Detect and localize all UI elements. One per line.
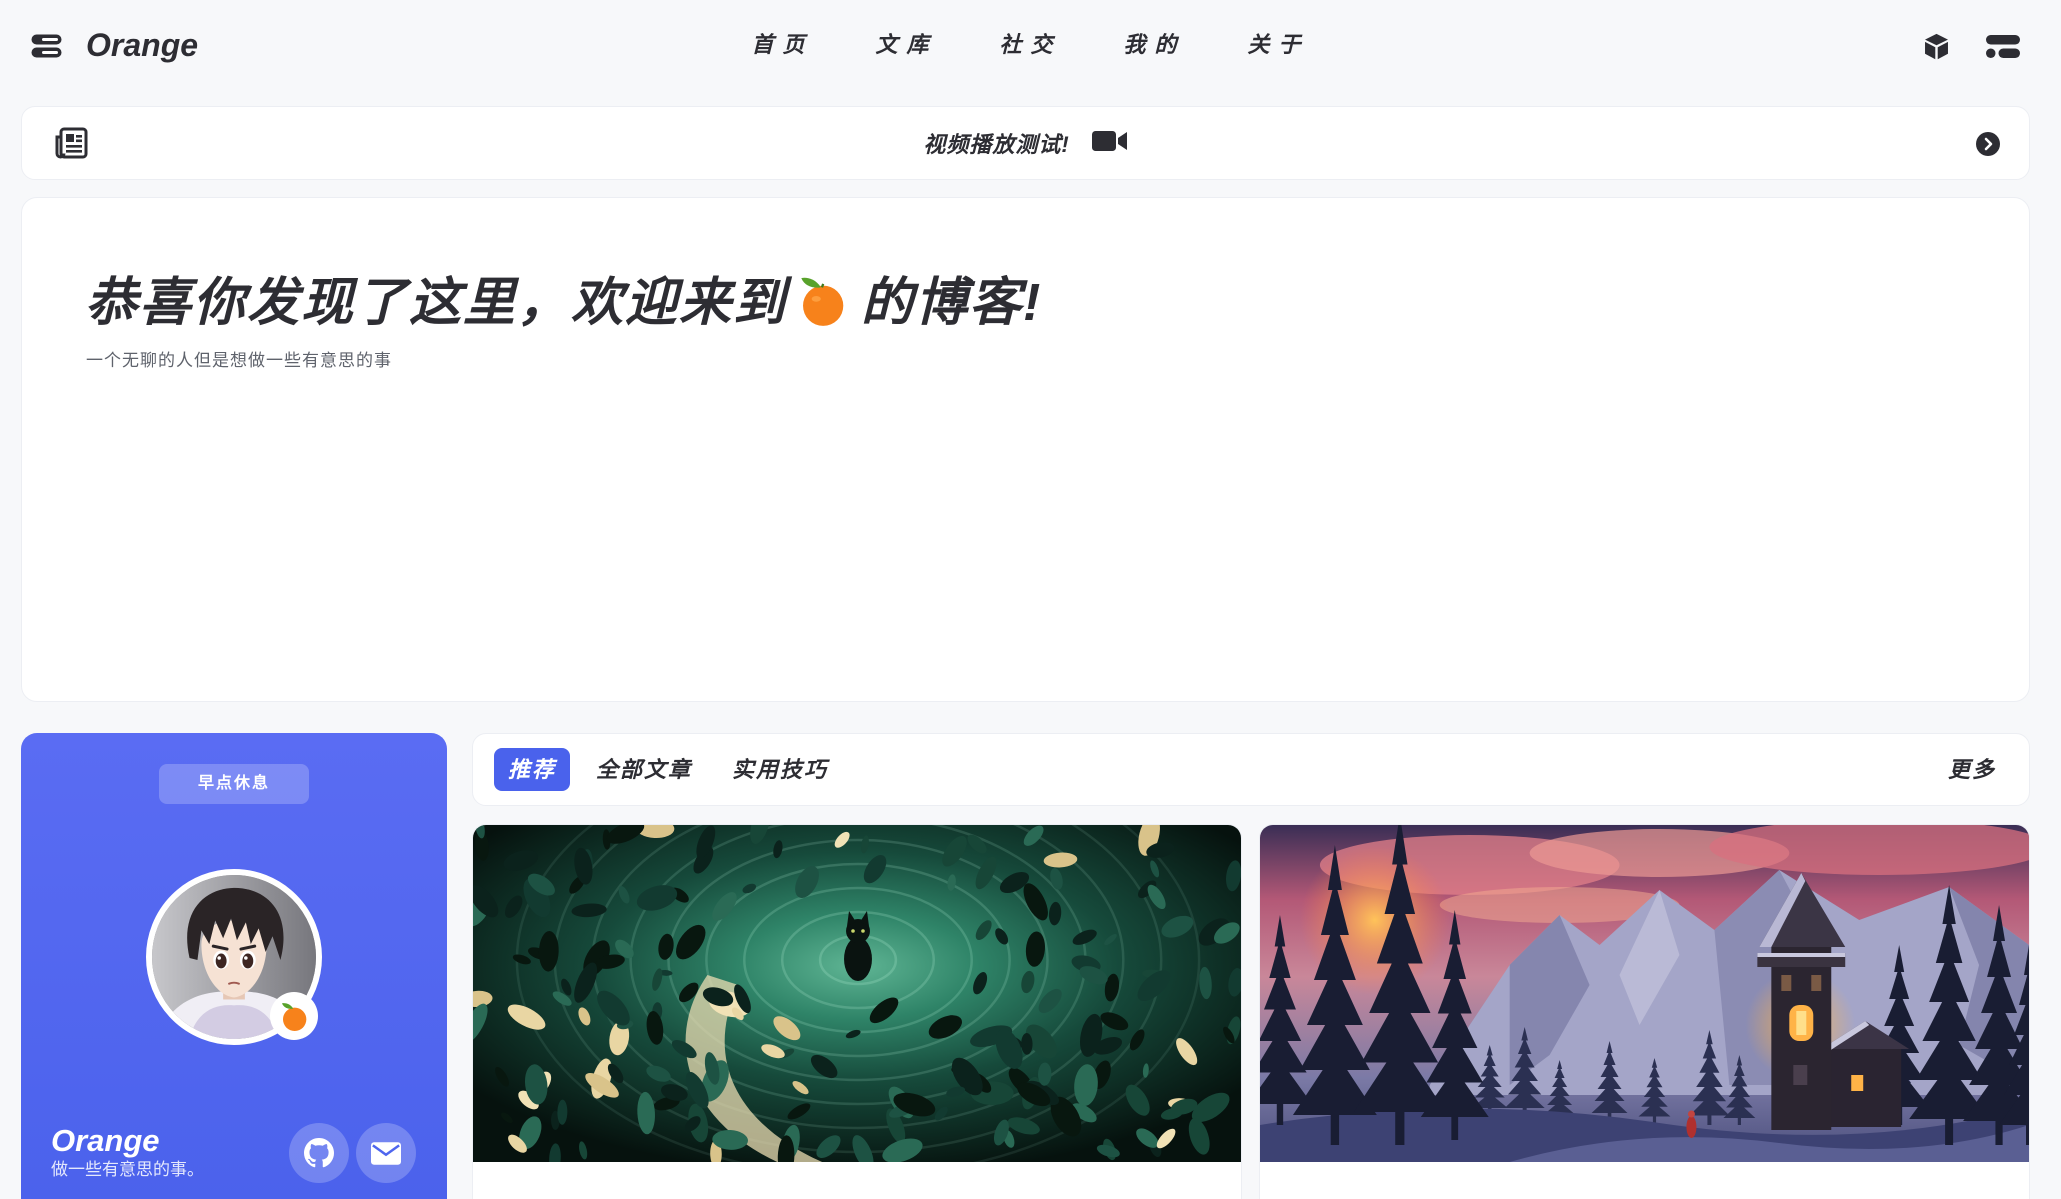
profile-card: 早点休息 Orange 做一些有意思的事。 (21, 733, 447, 1199)
post-cover-image[interactable] (473, 825, 1241, 1162)
posts-tab-bar: 推荐 全部文章 实用技巧 更多 (472, 733, 2030, 806)
post-tabs: 推荐 全部文章 实用技巧 (494, 748, 842, 791)
announcement-text[interactable]: 视频播放测试! (923, 127, 1069, 159)
post-cover-image[interactable] (1260, 825, 2029, 1162)
nav-item-home[interactable]: 首页 (716, 29, 840, 61)
hero-title: 恭喜你发现了这里，欢迎来到 的博客! (85, 267, 1042, 339)
post-card[interactable] (472, 824, 1242, 1199)
tab-tips[interactable]: 实用技巧 (718, 748, 842, 791)
profile-name: Orange (51, 1123, 160, 1158)
server-icon[interactable] (31, 34, 62, 58)
video-camera-icon (1091, 131, 1127, 151)
menu-icon[interactable] (1986, 35, 2020, 58)
announcement-content[interactable]: 视频播放测试! (22, 107, 2029, 179)
tab-all-posts[interactable]: 全部文章 (582, 748, 706, 791)
nav-item-library[interactable]: 文库 (840, 29, 964, 61)
mail-button[interactable] (356, 1123, 416, 1183)
mail-icon (371, 1141, 401, 1165)
more-link[interactable]: 更多 (1948, 748, 1996, 791)
hero-card: 恭喜你发现了这里，欢迎来到 的博客! 一个无聊的人但是想做一些有意思的事 (21, 197, 2030, 702)
orange-badge (270, 992, 318, 1040)
tab-recommended[interactable]: 推荐 (494, 748, 571, 791)
github-button[interactable] (289, 1123, 349, 1183)
hero-title-suffix: 的博客! (861, 274, 1043, 332)
profile-bio: 做一些有意思的事。 (51, 1160, 204, 1179)
orange-icon (282, 1003, 307, 1031)
nav-item-about[interactable]: 关于 (1212, 29, 1336, 61)
nav-item-social[interactable]: 社交 (964, 29, 1088, 61)
post-card[interactable] (1259, 824, 2030, 1199)
cube-icon[interactable] (1922, 32, 1951, 61)
hero-title-text: 恭喜你发现了这里，欢迎来到 (85, 274, 788, 332)
main-nav: 首页 文库 社交 我的 关于 (716, 29, 1336, 61)
orange-icon (801, 277, 844, 326)
github-icon (304, 1138, 334, 1168)
arrow-right-circle-icon[interactable] (1976, 132, 2000, 156)
brand-name[interactable]: Orange (86, 25, 198, 65)
hero-subtitle: 一个无聊的人但是想做一些有意思的事 (86, 351, 392, 370)
status-badge[interactable]: 早点休息 (159, 764, 309, 804)
announcement-bar: 视频播放测试! (21, 106, 2030, 180)
nav-item-mine[interactable]: 我的 (1088, 29, 1212, 61)
